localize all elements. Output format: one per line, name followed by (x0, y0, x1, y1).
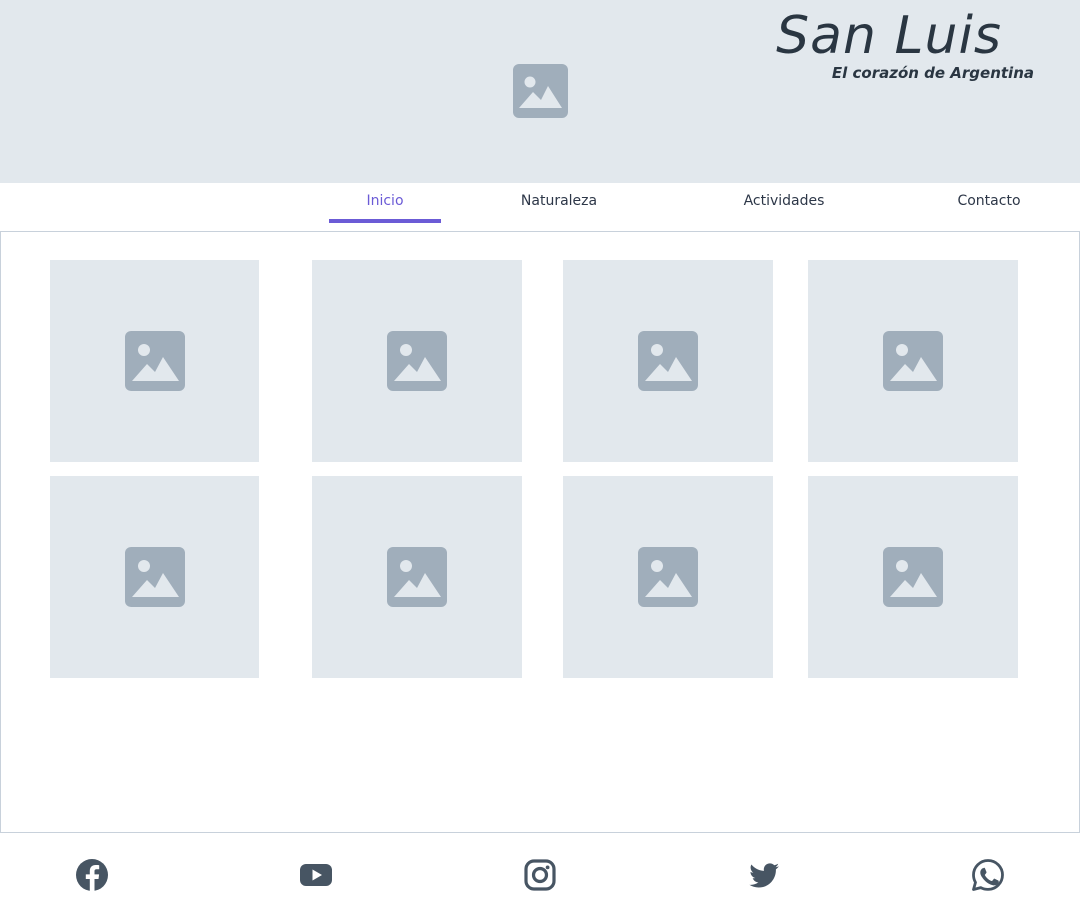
active-tab-indicator (329, 219, 441, 223)
youtube-icon[interactable] (298, 857, 334, 893)
image-placeholder-icon (513, 64, 568, 118)
gallery-panel (0, 231, 1080, 833)
image-placeholder-icon (883, 547, 943, 607)
facebook-icon[interactable] (74, 857, 110, 893)
gallery-item[interactable] (808, 476, 1018, 678)
hero-banner: San Luis El corazón de Argentina (0, 0, 1080, 183)
image-placeholder-icon (124, 331, 185, 391)
site-title: San Luis (776, 6, 1002, 66)
image-placeholder-icon (638, 331, 698, 391)
site-subtitle: El corazón de Argentina (831, 64, 1034, 82)
image-placeholder-icon (387, 331, 447, 391)
instagram-icon[interactable] (522, 857, 558, 893)
gallery-item[interactable] (563, 476, 773, 678)
twitter-icon[interactable] (746, 857, 782, 893)
whatsapp-icon[interactable] (970, 857, 1006, 893)
gallery-item[interactable] (50, 476, 259, 678)
image-placeholder-icon (638, 547, 698, 607)
image-placeholder-icon (883, 331, 943, 391)
gallery-item[interactable] (312, 260, 522, 462)
tab-inicio[interactable]: Inicio (329, 183, 441, 223)
image-placeholder-icon (387, 547, 447, 607)
social-footer (0, 833, 1080, 924)
gallery-item[interactable] (563, 260, 773, 462)
tab-naturaleza[interactable]: Naturaleza (503, 183, 615, 223)
tab-actividades[interactable]: Actividades (728, 183, 840, 223)
gallery-item[interactable] (50, 260, 259, 462)
tab-contacto[interactable]: Contacto (933, 183, 1045, 223)
main-nav: Inicio Naturaleza Actividades Contacto (0, 183, 1080, 231)
image-placeholder-icon (124, 547, 185, 607)
gallery-item[interactable] (808, 260, 1018, 462)
gallery-item[interactable] (312, 476, 522, 678)
